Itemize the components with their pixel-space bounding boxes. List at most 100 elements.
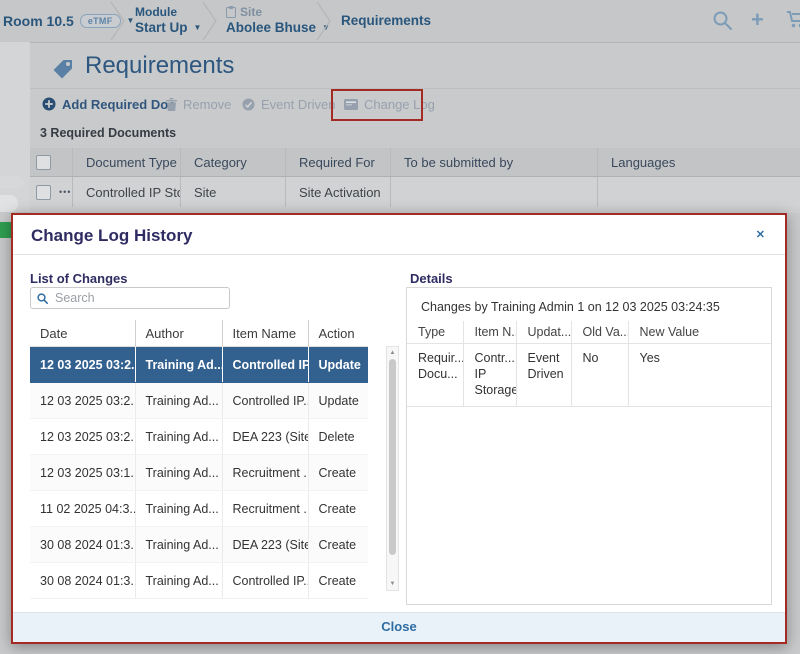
list-item[interactable]: 30 08 2024 01:3... Training Ad... DEA 22…: [30, 527, 368, 563]
cell-action[interactable]: Create: [308, 455, 368, 491]
cell-action[interactable]: Delete: [308, 419, 368, 455]
cell-action[interactable]: Create: [308, 527, 368, 563]
search-input[interactable]: [53, 290, 229, 306]
breadcrumb-site[interactable]: Site Abolee Bhuse ▼: [226, 4, 330, 36]
list-item[interactable]: 12 03 2025 03:1... Training Ad... Recrui…: [30, 455, 368, 491]
cart-icon[interactable]: [787, 10, 800, 30]
table-row[interactable]: ••• Controlled IP Stor... Site Site Acti…: [30, 177, 800, 207]
list-item[interactable]: 12 03 2025 03:2... Training Ad... Contro…: [30, 383, 368, 419]
change-log-history-modal: Change Log History ✕ List of Changes Dat…: [11, 213, 787, 644]
document-count-label: 3 Required Documents: [40, 126, 176, 140]
cell-date[interactable]: 12 03 2025 03:2...: [30, 419, 135, 455]
cell-updated: Event Driven: [516, 344, 571, 407]
close-icon[interactable]: ✕: [756, 228, 765, 241]
cell-date[interactable]: 12 03 2025 03:1...: [30, 455, 135, 491]
cell-item-name[interactable]: Controlled IP...: [222, 563, 308, 599]
add-required-doc-label: Add Required Doc: [62, 97, 175, 112]
breadcrumb-separator-icon: [202, 1, 218, 41]
change-log-card-icon: [344, 99, 358, 110]
cell-item-name[interactable]: Recruitment ...: [222, 491, 308, 527]
change-log-label: Change Log: [364, 97, 435, 112]
column-header-updated: Updat...: [516, 321, 571, 344]
breadcrumb-separator-icon: [110, 1, 126, 41]
cell-action[interactable]: Create: [308, 563, 368, 599]
breadcrumb-current-page: Requirements: [341, 0, 431, 42]
create-plus-icon[interactable]: +: [751, 9, 764, 31]
remove-button[interactable]: Remove: [166, 90, 231, 118]
cell-date[interactable]: 12 03 2025 03:2...: [30, 347, 135, 383]
cell-document-type: Controlled IP Stor...: [72, 177, 180, 207]
column-header-item-name: Item Name: [222, 320, 308, 347]
site-value: Abolee Bhuse: [226, 20, 316, 36]
details-heading: Details: [410, 271, 453, 286]
cell-date[interactable]: 12 03 2025 03:2...: [30, 383, 135, 419]
cell-action[interactable]: Update: [308, 383, 368, 419]
chevron-down-icon: ▼: [127, 17, 135, 25]
details-summary: Changes by Training Admin 1 on 12 03 202…: [421, 300, 720, 314]
cell-type: Requir... Docu...: [407, 344, 463, 407]
cell-item-name[interactable]: DEA 223 (Site): [222, 527, 308, 563]
scrollbar-thumb[interactable]: [389, 359, 396, 555]
scroll-down-icon[interactable]: ▼: [387, 579, 398, 589]
cell-item-name[interactable]: Controlled IP...: [222, 383, 308, 419]
side-panel-fragment: [0, 176, 24, 188]
cell-to-be-submitted-by: [390, 177, 597, 207]
cell-author[interactable]: Training Ad...: [135, 419, 222, 455]
page-title: Requirements: [85, 52, 234, 80]
cell-author[interactable]: Training Ad...: [135, 383, 222, 419]
cell-date[interactable]: 30 08 2024 01:3...: [30, 527, 135, 563]
divider: [30, 88, 800, 89]
search-icon: [37, 293, 48, 304]
cell-action[interactable]: Create: [308, 491, 368, 527]
cell-required-for: Site Activation: [285, 177, 390, 207]
cell-item-name[interactable]: DEA 223 (Site): [222, 419, 308, 455]
module-label: Module: [135, 4, 201, 20]
cell-date[interactable]: 30 08 2024 01:3...: [30, 563, 135, 599]
select-all-checkbox[interactable]: [36, 155, 51, 170]
cell-author[interactable]: Training Ad...: [135, 347, 222, 383]
list-item[interactable]: 12 03 2025 03:2... Training Ad... Contro…: [30, 347, 368, 383]
cell-author[interactable]: Training Ad...: [135, 527, 222, 563]
change-log-button[interactable]: Change Log: [344, 90, 435, 118]
column-header-date: Date: [30, 320, 135, 347]
check-circle-icon: [242, 98, 255, 111]
list-item[interactable]: 11 02 2025 04:3... Training Ad... Recrui…: [30, 491, 368, 527]
top-navigation-bar: Room 10.5 eTMF ▼ Module Start Up ▼ Site …: [0, 0, 800, 43]
column-header: Document Type: [72, 148, 180, 176]
cell-author[interactable]: Training Ad...: [135, 455, 222, 491]
list-item[interactable]: 30 08 2024 01:3... Training Ad... Contro…: [30, 563, 368, 599]
close-button[interactable]: Close: [381, 613, 416, 641]
add-required-doc-button[interactable]: Add Required Doc: [42, 90, 175, 118]
cell-languages: [597, 177, 800, 207]
list-scrollbar[interactable]: ▲ ▼: [386, 346, 399, 591]
column-header-author: Author: [135, 320, 222, 347]
cell-item-name[interactable]: Controlled IP...: [222, 347, 308, 383]
clipboard-icon: [226, 6, 236, 18]
list-item[interactable]: 12 03 2025 03:2... Training Ad... DEA 22…: [30, 419, 368, 455]
breadcrumb-module[interactable]: Module Start Up ▼: [135, 4, 201, 36]
column-header-action: Action: [308, 320, 368, 347]
change-log-list-table: Date Author Item Name Action 12 03 2025 …: [30, 320, 368, 599]
column-header-item-name: Item N...: [463, 321, 516, 344]
room-name: Room 10.5: [3, 13, 74, 29]
cell-author[interactable]: Training Ad...: [135, 563, 222, 599]
cell-category: Site: [180, 177, 285, 207]
divider: [13, 254, 785, 255]
cell-author[interactable]: Training Ad...: [135, 491, 222, 527]
required-documents-table: Document Type Category Required For To b…: [30, 148, 800, 213]
scroll-up-icon[interactable]: ▲: [387, 348, 398, 358]
details-header-row: Type Item N... Updat... Old Va... New Va…: [407, 321, 771, 344]
column-header: Required For: [285, 148, 390, 176]
search-icon[interactable]: [712, 10, 733, 31]
event-driven-button[interactable]: Event Driven: [242, 90, 335, 118]
search-box[interactable]: [30, 287, 230, 309]
column-header: Languages: [597, 148, 800, 176]
required-documents-header-row: Document Type Category Required For To b…: [30, 148, 800, 177]
row-checkbox[interactable]: [36, 185, 51, 200]
cell-item-name[interactable]: Recruitment ...: [222, 455, 308, 491]
list-header-row: Date Author Item Name Action: [30, 320, 368, 347]
row-more-icon[interactable]: •••: [59, 187, 71, 197]
tag-icon: [52, 58, 74, 80]
cell-action[interactable]: Update: [308, 347, 368, 383]
cell-date[interactable]: 11 02 2025 04:3...: [30, 491, 135, 527]
